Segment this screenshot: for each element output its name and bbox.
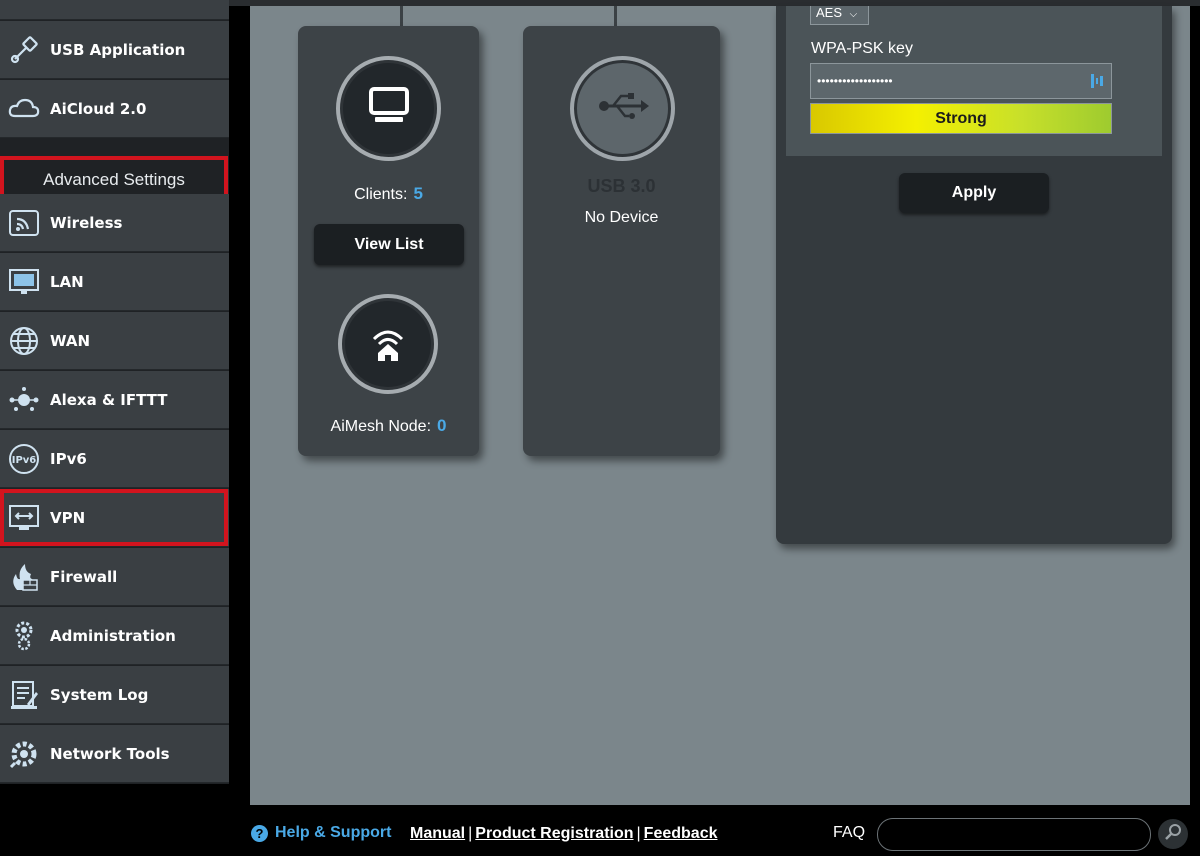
wpa-psk-input[interactable]: •••••••••••••••••• bbox=[810, 63, 1112, 99]
sidebar-item-system-log[interactable]: System Log bbox=[0, 666, 229, 724]
aimesh-home-icon bbox=[363, 317, 413, 372]
connector-line bbox=[400, 6, 403, 26]
show-password-icon[interactable] bbox=[1090, 72, 1104, 90]
help-support-link[interactable]: ? Help & Support bbox=[251, 824, 391, 842]
apply-button[interactable]: Apply bbox=[899, 173, 1049, 213]
clients-count[interactable]: 5 bbox=[413, 184, 422, 203]
aimesh-button[interactable] bbox=[338, 294, 438, 394]
sidebar-item-label: IPv6 bbox=[50, 449, 87, 468]
sidebar-item-alexa-ifttt[interactable]: Alexa & IFTTT bbox=[0, 371, 229, 429]
sidebar-item-network-tools[interactable]: Network Tools bbox=[0, 725, 229, 783]
lan-icon bbox=[6, 264, 42, 300]
usb-card: USB 3.0 No Device bbox=[523, 26, 720, 456]
clients-button[interactable] bbox=[336, 56, 441, 161]
link-separator: | bbox=[636, 825, 641, 842]
faq-label: FAQ bbox=[833, 824, 866, 841]
usb-application-icon bbox=[6, 32, 42, 68]
sidebar-item-usb-application[interactable]: USB Application bbox=[0, 21, 229, 79]
view-list-button[interactable]: View List bbox=[314, 224, 464, 265]
vpn-icon bbox=[6, 500, 42, 536]
help-support-label: Help & Support bbox=[275, 824, 392, 841]
monitor-icon bbox=[367, 86, 411, 131]
sidebar-item-label: Network Tools bbox=[50, 744, 170, 763]
connector-line bbox=[614, 6, 617, 26]
chevron-down-icon: ⌵ bbox=[849, 9, 858, 20]
usb-button[interactable] bbox=[570, 56, 675, 161]
usb-title: USB 3.0 bbox=[587, 176, 656, 196]
manual-link[interactable]: Manual bbox=[410, 825, 465, 842]
clients-count-line: Clients: 5 bbox=[298, 184, 479, 204]
sidebar-item-firewall[interactable]: Firewall bbox=[0, 548, 229, 606]
sidebar-item-partial[interactable] bbox=[0, 0, 229, 20]
usb-status: No Device bbox=[584, 209, 659, 226]
usb-icon bbox=[597, 91, 649, 126]
clients-label: Clients: bbox=[354, 186, 408, 203]
faq-search-input[interactable] bbox=[877, 818, 1151, 851]
administration-icon bbox=[6, 618, 42, 654]
sidebar-item-label: Wireless bbox=[50, 213, 123, 232]
faq-search-button[interactable] bbox=[1158, 819, 1188, 849]
system-log-icon bbox=[6, 677, 42, 713]
aimesh-label: AiMesh Node: bbox=[330, 418, 432, 435]
wpa-psk-label: WPA-PSK key bbox=[811, 40, 913, 57]
sidebar-item-label: VPN bbox=[50, 508, 86, 527]
sidebar-item-administration[interactable]: Administration bbox=[0, 607, 229, 665]
network-map-panel: Clients: 5 View List AiMesh Node: 0 USB 3.… bbox=[250, 6, 1190, 805]
sidebar-item-label: LAN bbox=[50, 272, 84, 291]
wireless-icon bbox=[6, 205, 42, 241]
network-tools-icon bbox=[6, 736, 42, 772]
footer: ? Help & Support Manual | Product Registra… bbox=[0, 805, 1200, 856]
wan-globe-icon bbox=[6, 323, 42, 359]
sidebar: USB Application AiCloud 2.0 Advanced Set… bbox=[0, 0, 229, 784]
help-question-icon: ? bbox=[251, 824, 268, 842]
aicloud-icon bbox=[6, 91, 42, 127]
sidebar-item-label: USB Application bbox=[50, 40, 186, 59]
wireless-settings-panel: AES ⌵ WPA-PSK key •••••••••••••••••• Str… bbox=[776, 6, 1172, 544]
aimesh-count[interactable]: 0 bbox=[437, 416, 446, 435]
sidebar-item-vpn[interactable]: VPN bbox=[0, 489, 229, 547]
aimesh-count-line: AiMesh Node: 0 bbox=[298, 416, 479, 436]
sidebar-item-label: AiCloud 2.0 bbox=[50, 99, 147, 118]
alexa-icon bbox=[6, 382, 42, 418]
advanced-settings-title: Advanced Settings bbox=[43, 169, 185, 189]
sidebar-item-label: System Log bbox=[50, 685, 149, 704]
sidebar-item-ipv6[interactable]: IPv6 IPv6 bbox=[0, 430, 229, 488]
password-strength-bar: Strong bbox=[810, 103, 1112, 134]
product-registration-link[interactable]: Product Registration bbox=[475, 825, 633, 842]
sidebar-item-label: WAN bbox=[50, 331, 91, 350]
ipv6-icon: IPv6 bbox=[6, 441, 42, 477]
encryption-value: AES bbox=[816, 5, 843, 20]
clients-card: Clients: 5 View List AiMesh Node: 0 bbox=[298, 26, 479, 456]
sidebar-item-aicloud[interactable]: AiCloud 2.0 bbox=[0, 80, 229, 138]
sidebar-item-wan[interactable]: WAN bbox=[0, 312, 229, 370]
sidebar-item-lan[interactable]: LAN bbox=[0, 253, 229, 311]
svg-text:IPv6: IPv6 bbox=[12, 455, 37, 466]
encryption-select[interactable]: AES ⌵ bbox=[810, 6, 869, 25]
link-separator: | bbox=[468, 825, 473, 842]
wireless-settings-inner: AES ⌵ WPA-PSK key •••••••••••••••••• Str… bbox=[786, 6, 1162, 156]
sidebar-item-label: Administration bbox=[50, 626, 176, 645]
footer-links: Manual | Product Registration | Feedback bbox=[410, 825, 717, 843]
feedback-link[interactable]: Feedback bbox=[644, 825, 718, 842]
sidebar-item-label: Firewall bbox=[50, 567, 118, 586]
firewall-icon bbox=[6, 559, 42, 595]
sidebar-item-wireless[interactable]: Wireless bbox=[0, 194, 229, 252]
search-icon bbox=[1164, 823, 1182, 846]
sidebar-item-label: Alexa & IFTTT bbox=[50, 390, 168, 409]
